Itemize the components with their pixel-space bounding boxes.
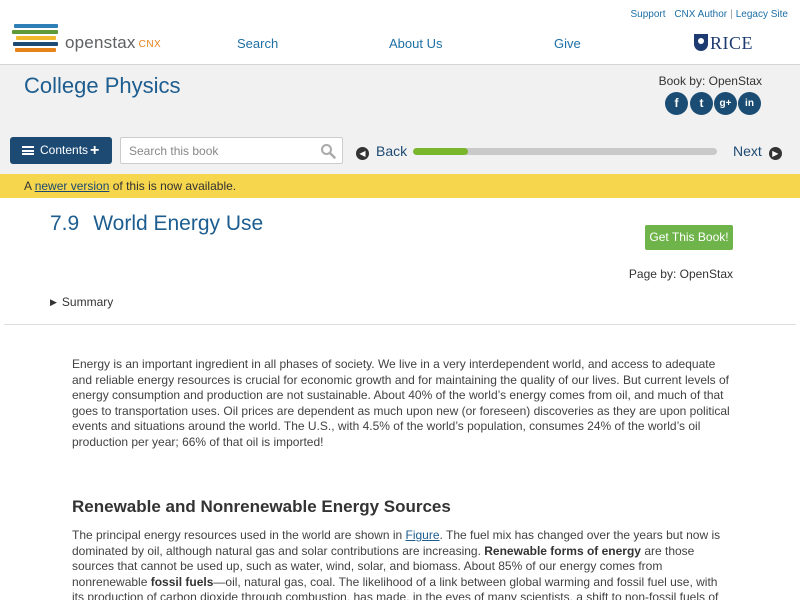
- facebook-icon[interactable]: f: [665, 92, 688, 115]
- caret-right-icon: ▶: [50, 297, 57, 307]
- figure-link[interactable]: Figure: [406, 528, 440, 542]
- chapter-number: 7.9: [50, 212, 80, 235]
- legacy-site-link[interactable]: Legacy Site: [736, 9, 788, 20]
- term-renewable: Renewable forms of energy: [484, 543, 641, 558]
- get-this-book-button[interactable]: Get This Book!: [645, 225, 733, 250]
- book-search: [120, 137, 343, 164]
- arrow-left-icon: ◀: [356, 147, 369, 160]
- arrow-right-icon: ▶: [768, 147, 782, 160]
- plus-icon: +: [90, 142, 100, 159]
- logo-stack-icon: [12, 24, 60, 54]
- support-link[interactable]: Support: [631, 9, 666, 20]
- search-input[interactable]: [129, 142, 309, 160]
- search-icon[interactable]: [320, 143, 336, 159]
- site-header: openstax CNX Support CNX Author | Legacy Si…: [0, 0, 800, 64]
- book-toolbar: Contents + ◀Back Next▶: [0, 129, 800, 174]
- chapter-title: World Energy Use: [93, 212, 264, 235]
- list-icon: [22, 146, 34, 155]
- intro-paragraph: Energy is an important ingredient in all…: [72, 357, 730, 449]
- rice-shield-icon: [694, 34, 708, 51]
- newer-version-link[interactable]: newer version: [35, 179, 110, 193]
- book-progress-bar: [413, 148, 717, 155]
- contents-label: Contents: [40, 143, 89, 157]
- nav-about-us[interactable]: About Us: [389, 36, 442, 51]
- utility-links: Support CNX Author | Legacy Site: [630, 9, 789, 20]
- linkedin-icon[interactable]: in: [738, 92, 761, 115]
- nav-give[interactable]: Give: [554, 36, 581, 51]
- progress-fill: [413, 148, 468, 155]
- section-heading: Renewable and Nonrenewable Energy Source…: [72, 497, 451, 516]
- google-plus-icon[interactable]: g+: [714, 92, 737, 115]
- book-author: Book by: OpenStax: [658, 74, 762, 88]
- section-paragraph: The principal energy resources used in t…: [72, 528, 721, 600]
- version-notice: A newer version of this is now available…: [0, 174, 800, 198]
- page-author: Page by: OpenStax: [628, 267, 733, 281]
- rice-logo[interactable]: RICE: [694, 33, 753, 54]
- book-title[interactable]: College Physics: [24, 73, 181, 99]
- back-button[interactable]: ◀ Back: [356, 143, 407, 160]
- social-share: f t g+ in: [665, 92, 762, 117]
- logo-suffix: CNX: [138, 39, 162, 50]
- cnx-author-link[interactable]: CNX Author: [674, 9, 727, 20]
- nav-search[interactable]: Search: [237, 36, 278, 51]
- logo-text: openstax CNX: [65, 33, 162, 52]
- openstax-logo[interactable]: openstax CNX: [12, 24, 172, 54]
- divider: [4, 324, 796, 325]
- next-button[interactable]: Next ▶: [733, 143, 782, 160]
- page-title: 7.9 World Energy Use: [50, 212, 263, 236]
- book-header: College Physics Book by: OpenStax f t g+…: [0, 64, 800, 129]
- twitter-icon[interactable]: t: [690, 92, 713, 115]
- contents-button[interactable]: Contents +: [10, 137, 112, 164]
- term-fossil-fuels: fossil fuels: [150, 574, 214, 589]
- summary-toggle[interactable]: ▶ Summary: [50, 295, 113, 309]
